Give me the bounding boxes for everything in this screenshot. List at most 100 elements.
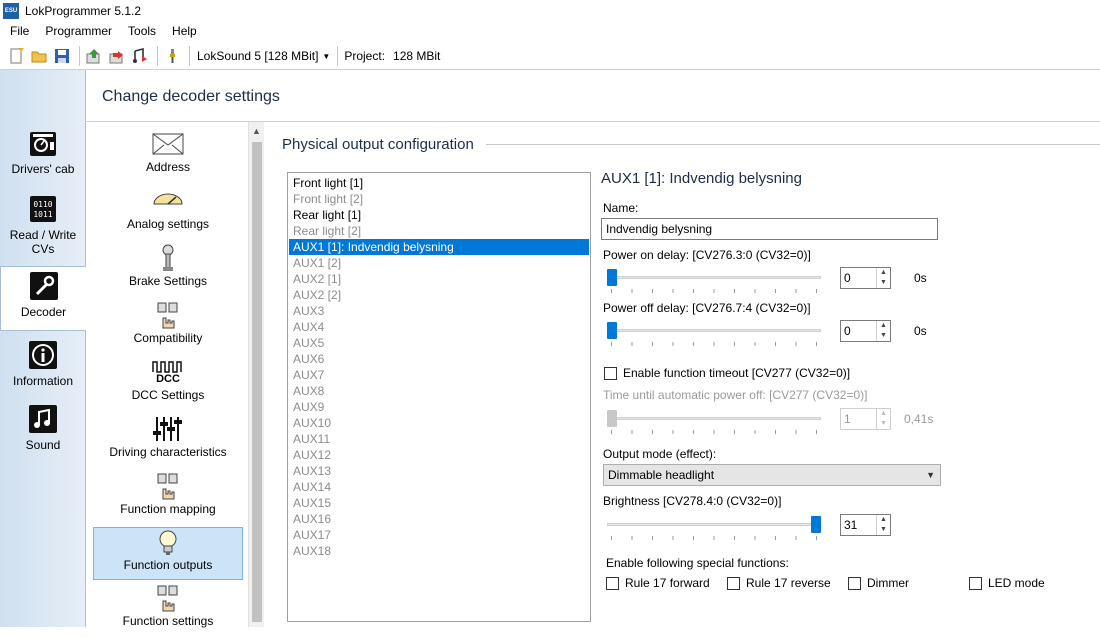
output-list-item[interactable]: AUX16 [289,511,589,527]
output-list-item[interactable]: AUX1 [1]: Indvendig belysning [289,239,589,255]
write-decoder-icon[interactable] [107,46,127,66]
output-list-item[interactable]: AUX8 [289,383,589,399]
toolbar-separator [79,46,80,66]
drivers-cab-icon [28,128,58,158]
checkbox-label: Rule 17 reverse [746,576,831,590]
spin-up-icon[interactable]: ▲ [877,321,890,331]
output-list-item[interactable]: AUX11 [289,431,589,447]
output-list-item[interactable]: AUX18 [289,543,589,559]
nav-sound[interactable]: Sound [0,404,86,452]
settings-item-compatibility[interactable]: Compatibility [93,301,243,354]
checkbox-box[interactable] [848,576,861,590]
checkbox-box[interactable] [969,576,982,590]
spin-down-icon[interactable]: ▼ [877,331,890,341]
decoder-type-select[interactable]: LokSound 5 [128 MBit] ▼ [194,46,333,66]
settings-item-label: Function outputs [123,558,213,572]
slider-ticks [611,430,817,434]
hand-switches-icon [93,472,243,500]
led-mode-checkbox[interactable]: LED mode [969,576,1045,590]
settings-item-dcc[interactable]: DCC DCC Settings [93,358,243,411]
settings-item-analog[interactable]: Analog settings [93,187,243,240]
spin-down-icon[interactable]: ▼ [877,525,890,535]
output-list-item[interactable]: AUX13 [289,463,589,479]
open-folder-icon[interactable] [29,46,49,66]
spin-down-icon[interactable]: ▼ [877,278,890,288]
power-off-delay-spinbox[interactable]: 0 ▲ ▼ [840,320,891,342]
slider-ticks [611,536,817,540]
section-title: Physical output configuration [282,136,482,153]
output-list-item[interactable]: Front light [1] [289,175,589,191]
brightness-spinbox[interactable]: 31 ▲ ▼ [840,514,891,536]
slider-ticks [611,289,817,293]
page-title: Change decoder settings [102,88,280,105]
power-off-delay-slider[interactable] [607,322,821,346]
settings-item-function-mapping[interactable]: Function mapping [93,472,243,525]
power-on-delay-slider[interactable] [607,269,821,293]
slider-thumb[interactable] [607,322,617,339]
settings-scrollbar[interactable]: ▲ [248,122,264,627]
output-list-item[interactable]: AUX2 [1] [289,271,589,287]
tool-icon[interactable] [162,46,182,66]
nav-read-write-cvs[interactable]: 0110 1011 Read / Write CVs [0,194,86,256]
nav-decoder[interactable]: Decoder [0,266,86,331]
checkbox-box[interactable] [727,576,740,590]
output-list-item[interactable]: AUX3 [289,303,589,319]
output-list-item[interactable]: AUX9 [289,399,589,415]
name-input[interactable] [601,218,938,240]
rule-17-reverse-checkbox[interactable]: Rule 17 reverse [727,576,831,590]
spin-up-icon[interactable]: ▲ [877,515,890,525]
spin-up-icon: ▲ [880,410,887,417]
menu-help[interactable]: Help [164,21,205,42]
settings-item-label: Address [145,160,191,174]
write-sound-icon[interactable] [130,46,150,66]
output-list-item[interactable]: AUX17 [289,527,589,543]
scrollbar-thumb[interactable] [252,142,262,622]
checkbox-box[interactable] [606,576,619,590]
output-list-item[interactable]: AUX6 [289,351,589,367]
output-mode-select[interactable]: Dimmable headlight ▼ [603,464,941,486]
output-list-item[interactable]: AUX4 [289,319,589,335]
settings-item-driving[interactable]: Driving characteristics [93,415,243,468]
read-decoder-icon[interactable] [84,46,104,66]
nav-information[interactable]: Information [0,340,86,388]
toolbar-separator [337,46,339,66]
menu-programmer[interactable]: Programmer [37,21,120,42]
slider-thumb[interactable] [607,269,617,286]
enable-function-timeout-checkbox[interactable]: Enable function timeout [CV277 (CV32=0)] [604,366,850,380]
output-list-item[interactable]: Rear light [1] [289,207,589,223]
scroll-up-arrow-icon[interactable]: ▲ [252,126,261,136]
slider-thumb[interactable] [811,516,821,533]
section-divider [486,144,1100,145]
output-list-item[interactable]: AUX14 [289,479,589,495]
output-list-item[interactable]: AUX5 [289,335,589,351]
brightness-slider[interactable] [607,516,821,540]
menu-tools[interactable]: Tools [120,21,164,42]
menu-file[interactable]: File [2,21,37,42]
output-list-item[interactable]: AUX1 [2] [289,255,589,271]
new-file-icon[interactable] [6,46,26,66]
project-value: 128 MBit [393,49,441,63]
slider-ticks [611,342,817,346]
save-icon[interactable] [52,46,72,66]
output-mode-value: Dimmable headlight [608,468,715,482]
output-list-item[interactable]: AUX7 [289,367,589,383]
output-list-item[interactable]: AUX10 [289,415,589,431]
nav-label: Drivers' cab [11,162,75,176]
output-list-item[interactable]: AUX2 [2] [289,287,589,303]
dimmer-checkbox[interactable]: Dimmer [848,576,909,590]
output-list-item[interactable]: AUX15 [289,495,589,511]
output-list-item[interactable]: AUX12 [289,447,589,463]
power-on-delay-spinbox[interactable]: 0 ▲ ▼ [840,267,891,289]
spinbox-value: 0 [844,271,851,285]
settings-item-function-outputs[interactable]: Function outputs [93,527,243,580]
output-list-item[interactable]: Front light [2] [289,191,589,207]
settings-item-function-settings[interactable]: Function settings [93,584,243,637]
rule-17-forward-checkbox[interactable]: Rule 17 forward [606,576,710,590]
spin-up-icon[interactable]: ▲ [877,268,890,278]
checkbox-box[interactable] [604,366,617,380]
settings-item-label: Brake Settings [128,274,208,288]
settings-item-brake[interactable]: Brake Settings [93,244,243,297]
nav-drivers-cab[interactable]: Drivers' cab [0,128,86,176]
settings-item-address[interactable]: Address [93,130,243,183]
output-list-item[interactable]: Rear light [2] [289,223,589,239]
